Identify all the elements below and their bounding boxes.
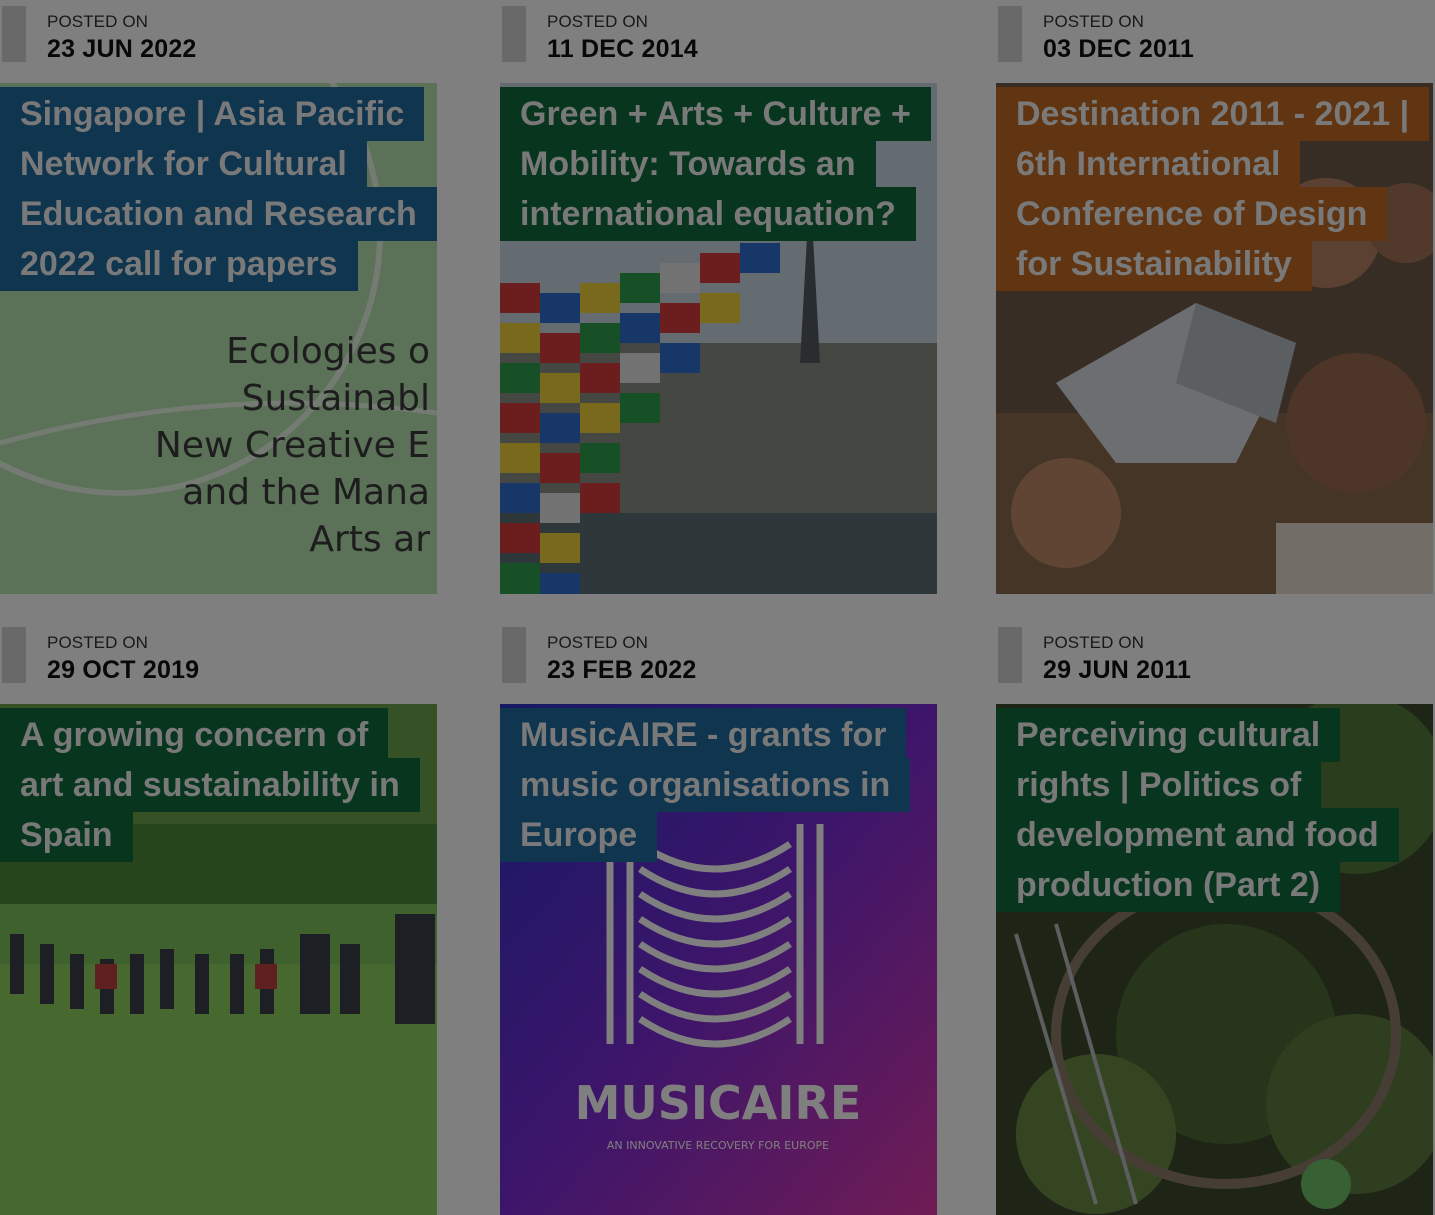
modal-backdrop[interactable] — [0, 0, 1435, 1215]
post-grid: POSTED ON 23 JUN 2022 Ecologies o Sustai… — [0, 0, 1435, 1215]
